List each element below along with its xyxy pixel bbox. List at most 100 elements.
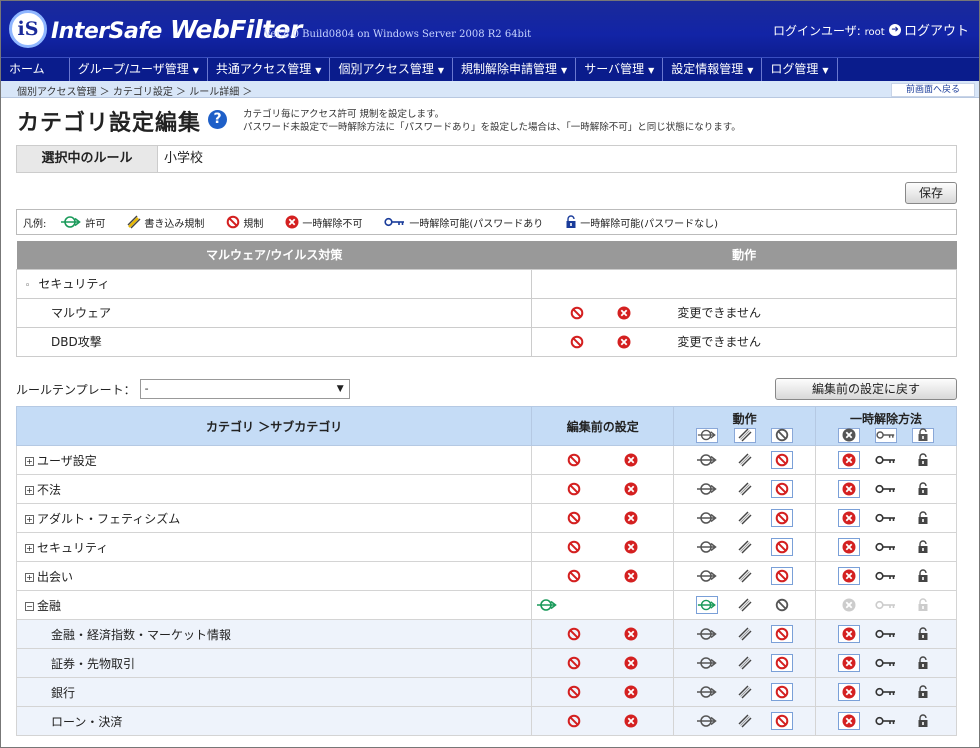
no-unlock-icon[interactable] [837,451,860,469]
block-icon[interactable] [771,509,794,527]
back-link[interactable]: 前画面へ戻る [890,83,975,97]
write-restrict-icon[interactable] [734,625,756,643]
menu-item[interactable]: 規制解除申請管理 ▼ [453,58,577,81]
key-icon[interactable] [875,596,897,614]
rule-template-select[interactable]: - ▼ [139,379,350,399]
unlock-cell [815,474,957,504]
lock-icon[interactable] [912,427,935,443]
no-unlock-icon[interactable] [837,480,860,498]
block-icon[interactable] [771,538,794,556]
block-icon[interactable] [771,427,794,443]
lock-icon[interactable] [912,625,934,643]
menu-item[interactable]: ホーム [1,58,70,81]
menu-item[interactable]: 設定情報管理 ▼ [663,58,763,81]
block-icon[interactable] [771,480,794,498]
allow-icon[interactable] [696,683,718,701]
category-name: 証券・先物取引 [15,648,533,678]
write-restrict-icon[interactable] [734,480,756,498]
key-icon[interactable] [875,683,897,701]
key-icon[interactable] [875,625,897,643]
lock-icon[interactable] [912,567,934,585]
menu-item[interactable]: サーバ管理 ▼ [576,58,664,81]
allow-icon[interactable] [696,480,718,498]
no-unlock-icon[interactable] [837,625,860,643]
write-restrict-icon[interactable] [734,596,756,614]
allow-icon[interactable] [696,567,718,585]
write-restrict-icon[interactable] [734,509,756,527]
lock-icon[interactable] [912,596,934,614]
action-cell [673,532,817,562]
menu-item[interactable]: 共通アクセス管理 ▼ [208,58,331,81]
key-icon[interactable] [875,509,897,527]
key-icon[interactable] [875,451,897,469]
allow-icon[interactable] [696,654,718,672]
write-restrict-icon[interactable] [734,451,756,469]
block-icon[interactable] [771,625,794,643]
lock-icon[interactable] [912,654,934,672]
logout-link[interactable]: ➜ ログアウト [889,20,969,39]
write-restrict-icon[interactable] [734,654,756,672]
block-icon[interactable] [771,654,794,672]
lock-icon[interactable] [912,712,934,730]
chevron-down-icon: ▼ [192,66,199,75]
allow-icon[interactable] [696,712,718,730]
key-icon[interactable] [875,480,897,498]
write-restrict-icon[interactable] [734,683,756,701]
legend-item: 規制 [226,215,263,230]
category-name: − 金融 [15,590,533,620]
block-icon[interactable] [771,683,794,701]
menu-item[interactable]: 個別アクセス管理 ▼ [330,58,454,81]
help-icon[interactable]: ? [208,110,227,129]
revert-button[interactable]: 編集前の設定に戻す [775,378,957,400]
key-icon[interactable] [875,712,897,730]
no-unlock-icon [624,656,638,670]
save-button[interactable]: 保存 [905,182,957,204]
no-unlock-icon[interactable] [837,509,860,527]
lock-icon[interactable] [912,683,934,701]
lock-icon[interactable] [912,480,934,498]
key-icon[interactable] [875,654,897,672]
no-unlock-icon[interactable] [837,683,860,701]
key-icon[interactable] [875,427,898,443]
no-unlock-icon[interactable] [837,538,860,556]
block-icon[interactable] [771,712,794,730]
write-restrict-icon[interactable] [734,567,756,585]
expand-icon[interactable]: + [25,456,34,466]
expand-icon[interactable]: + [25,572,34,582]
no-unlock-icon[interactable] [837,654,860,672]
menu-item[interactable]: ログ管理 ▼ [762,58,838,81]
malware-table: マルウェア/ウイルス対策 動作 ◦ セキュリティ マルウェア 変更できません DB… [15,241,957,357]
collapse-icon[interactable]: − [25,601,34,611]
block-icon[interactable] [771,451,794,469]
allow-icon[interactable] [695,427,718,443]
page-title: カテゴリ設定編集 [17,111,202,136]
before-setting-cell [531,532,675,562]
allow-icon[interactable] [696,509,718,527]
no-unlock-icon[interactable] [838,596,860,614]
lock-icon[interactable] [912,538,934,556]
login-user: ログインユーザ: root [773,24,885,38]
unlock-cell [815,590,957,620]
block-icon[interactable] [771,596,793,614]
no-unlock-icon[interactable] [837,567,860,585]
key-icon[interactable] [875,567,897,585]
no-unlock-icon[interactable] [837,427,860,443]
no-unlock-icon[interactable] [837,712,860,730]
allow-icon[interactable] [696,538,718,556]
key-icon[interactable] [875,538,897,556]
allow-icon[interactable] [695,596,718,614]
block-icon[interactable] [771,567,794,585]
menu-item[interactable]: グループ/ユーザ管理 ▼ [70,58,208,81]
expand-icon[interactable]: + [25,543,34,553]
write-restrict-icon[interactable] [733,427,756,443]
allow-icon[interactable] [696,451,718,469]
block-icon [567,540,581,554]
write-restrict-icon[interactable] [734,712,756,730]
lock-icon[interactable] [912,451,934,469]
expand-icon[interactable]: + [25,485,34,495]
allow-icon[interactable] [696,625,718,643]
lock-icon[interactable] [912,509,934,527]
expand-icon[interactable]: + [25,514,34,524]
unlock-cell [815,561,957,591]
write-restrict-icon[interactable] [734,538,756,556]
